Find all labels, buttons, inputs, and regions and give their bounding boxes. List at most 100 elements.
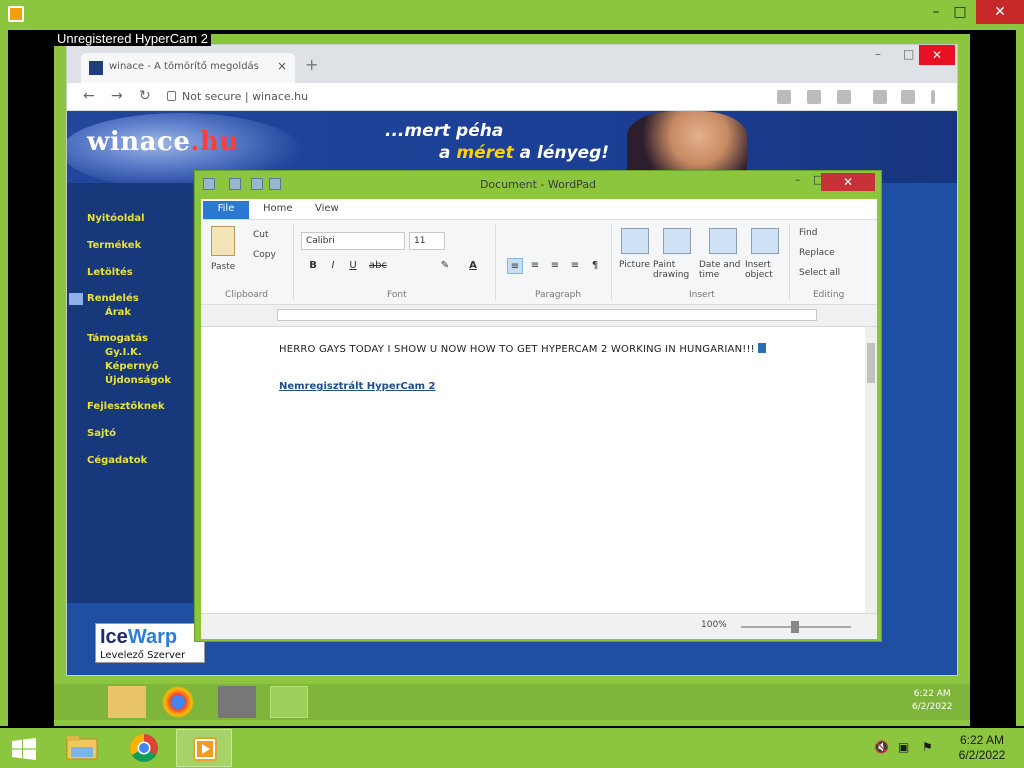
recorded-chrome-icon[interactable] [162,686,194,718]
recorded-date: 6/2/2022 [912,702,953,712]
speaker-muted-icon[interactable]: 🔇 [874,740,889,754]
url-separator: | [244,90,249,103]
browser-tab[interactable]: winace - A tömörítő megoldás × [81,53,295,83]
host-maximize-button[interactable]: □ [940,0,980,24]
bold-button[interactable]: B [305,258,321,274]
file-explorer-icon[interactable] [54,729,110,767]
sidebar-item-download[interactable]: Letöltés [87,267,133,278]
sidebar-item-faq[interactable]: Gy.I.K. [105,347,142,358]
tab-home[interactable]: Home [255,201,301,219]
copy-button[interactable]: Copy [253,250,276,260]
tab-close-icon[interactable]: × [277,59,287,73]
scrollbar-thumb[interactable] [867,343,875,383]
highlight-icon[interactable]: ✎ [437,258,453,274]
ribbon-separator [789,224,790,300]
font-family-select[interactable]: Calibri [301,232,405,250]
slogan-word: a lényeg! [519,143,610,163]
not-secure-icon[interactable] [167,91,176,101]
host-close-button[interactable]: ✕ [976,0,1024,24]
vertical-scrollbar[interactable] [865,327,877,613]
picture-icon[interactable] [621,228,649,254]
font-size-select[interactable]: 11 [409,232,445,250]
italic-button[interactable]: I [325,258,341,274]
ruler-track [277,309,817,321]
hypercam-app-icon[interactable] [8,6,24,22]
clock-time: 6:22 AM [959,733,1005,747]
justify-icon[interactable]: ≡ [567,258,583,274]
ruler[interactable] [201,305,877,327]
recorded-start-icon[interactable] [58,686,96,718]
logo-main-text: winace [87,127,191,157]
align-left-icon[interactable]: ≡ [507,258,523,274]
sidebar-item-prices[interactable]: Árak [105,307,131,318]
windows-start-icon[interactable] [12,738,36,760]
recorded-file-explorer-icon[interactable] [108,686,146,718]
address-bar-row: ← → ↻ Not secure | winace.hu [67,83,957,111]
strikethrough-button[interactable]: abc [369,258,387,274]
browser-close-button[interactable]: ✕ [919,45,955,65]
action-center-icon[interactable]: ⚑ [922,740,933,754]
network-icon[interactable]: ▣ [898,740,909,754]
paint-drawing-icon[interactable] [663,228,691,254]
profile-icon[interactable] [901,90,915,104]
sidebar-item-order[interactable]: Rendelés [87,293,139,304]
date-time-icon[interactable] [709,228,737,254]
sidebar-item-home[interactable]: Nyitóoldal [87,213,145,224]
browser-minimize-button[interactable]: – [875,47,881,61]
paragraph-icon[interactable]: ¶ [587,258,603,274]
find-button[interactable]: Find [799,228,817,238]
back-icon[interactable]: ← [83,88,95,104]
align-right-icon[interactable]: ≡ [547,258,563,274]
sidebar-item-developers[interactable]: Fejlesztőknek [87,401,164,412]
icewarp-ad[interactable]: IceWarp Levelező Szerver [95,623,205,663]
document-area[interactable]: HERRO GAYS TODAY I SHOW U NOW HOW TO GET… [201,327,865,613]
address-field[interactable]: Not secure | winace.hu [167,88,727,106]
ribbon-tabs: File Home View [201,199,877,219]
sidebar-item-news[interactable]: Újdonságok [105,375,171,386]
replace-button[interactable]: Replace [799,248,835,258]
bookmark-star-icon[interactable] [837,90,851,104]
paste-icon[interactable] [211,226,235,256]
sidebar-item-press[interactable]: Sajtó [87,428,116,439]
wordpad-minimize-button[interactable]: – [795,173,801,186]
icewarp-subtitle: Levelező Szerver [100,650,186,661]
insert-object-button[interactable]: Insert object [745,260,785,280]
url-text: winace.hu [252,90,309,103]
font-color-button[interactable]: A [465,258,481,274]
zoom-slider-handle[interactable] [791,621,799,633]
reload-icon[interactable]: ↻ [139,88,151,104]
host-title-bar: – □ ✕ [0,0,1024,30]
sidebar-item-screenshots[interactable]: Képernyő [105,361,159,372]
hypercam-taskbar-icon[interactable] [176,729,232,767]
new-tab-button[interactable]: + [305,55,318,74]
tab-file[interactable]: File [203,201,249,219]
tab-title: winace - A tömörítő megoldás [109,61,259,72]
site-logo[interactable]: winace.hu [87,127,239,157]
share-icon[interactable] [807,90,821,104]
paste-label[interactable]: Paste [211,262,235,272]
sidebar-item-products[interactable]: Termékek [87,240,141,251]
picture-button[interactable]: Picture [619,260,650,270]
insert-object-icon[interactable] [751,228,779,254]
chrome-icon[interactable] [116,729,172,767]
select-all-button[interactable]: Select all [799,268,840,278]
translate-icon[interactable] [777,90,791,104]
sidebar-icon[interactable] [873,90,887,104]
forward-icon[interactable]: → [111,88,123,104]
tab-view[interactable]: View [307,201,347,219]
underline-button[interactable]: U [345,258,361,274]
cut-button[interactable]: Cut [253,230,269,240]
browser-maximize-button[interactable]: □ [903,47,914,61]
recorded-wordpad-icon[interactable] [270,686,308,718]
hypercam-watermark: Unregistered HyperCam 2 [54,31,212,46]
recorded-hypercam-icon[interactable] [218,686,256,718]
sidebar-item-support[interactable]: Támogatás [87,333,148,344]
clock[interactable]: 6:22 AM 6/2/2022 [944,733,1020,763]
sidebar-item-company[interactable]: Cégadatok [87,455,147,466]
paint-drawing-button[interactable]: Paint drawing [653,260,703,280]
wordpad-close-button[interactable]: ✕ [821,173,875,191]
align-center-icon[interactable]: ≡ [527,258,543,274]
date-time-button[interactable]: Date and time [699,260,749,280]
kebab-menu-icon[interactable] [931,90,935,104]
ribbon-separator [293,224,294,300]
